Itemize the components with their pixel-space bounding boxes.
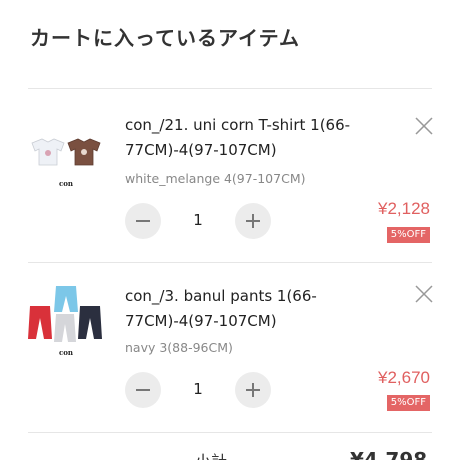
increase-quantity-button[interactable] xyxy=(235,372,271,408)
quantity-value: 1 xyxy=(193,211,203,229)
remove-item-button[interactable] xyxy=(412,282,436,306)
thumbnail-caption: con xyxy=(58,348,74,357)
product-name[interactable]: con_/21. uni corn T-shirt 1(66-77CM)-4(9… xyxy=(125,113,360,163)
quantity-value: 1 xyxy=(193,380,203,398)
plus-icon xyxy=(246,214,260,228)
tshirt-image xyxy=(31,138,101,166)
cart-page: カートに入っているアイテム con con_/21. uni corn T-sh… xyxy=(0,0,460,460)
cart-item: con con_/3. banul pants 1(66-77CM)-4(97-… xyxy=(0,262,460,432)
minus-icon xyxy=(136,389,150,391)
product-variant: navy 3(88-96CM) xyxy=(125,340,233,355)
thumbnail-caption: con xyxy=(58,179,74,188)
plus-icon xyxy=(246,383,260,397)
subtotal-label: 小計 xyxy=(195,448,227,460)
decrease-quantity-button[interactable] xyxy=(125,372,161,408)
minus-icon xyxy=(136,220,150,222)
decrease-quantity-button[interactable] xyxy=(125,203,161,239)
product-thumbnail[interactable]: con xyxy=(26,133,106,213)
item-price: ¥2,128 xyxy=(378,199,430,218)
item-price: ¥2,670 xyxy=(378,368,430,387)
product-variant: white_melange 4(97-107CM) xyxy=(125,171,306,186)
remove-item-button[interactable] xyxy=(412,114,436,138)
divider xyxy=(28,432,432,433)
cart-item: con con_/21. uni corn T-shirt 1(66-77CM)… xyxy=(0,89,460,259)
close-icon xyxy=(415,285,433,303)
subtotal-value: ¥4,798 xyxy=(350,448,428,460)
close-icon xyxy=(415,117,433,135)
discount-badge: 5%OFF xyxy=(386,395,430,411)
page-title: カートに入っているアイテム xyxy=(30,26,300,50)
discount-badge: 5%OFF xyxy=(386,227,430,243)
cart-subtotal-row: 小計 ¥4,798 xyxy=(0,444,460,460)
product-name[interactable]: con_/3. banul pants 1(66-77CM)-4(97-107C… xyxy=(125,284,360,334)
product-thumbnail[interactable]: con xyxy=(26,284,106,364)
increase-quantity-button[interactable] xyxy=(235,203,271,239)
